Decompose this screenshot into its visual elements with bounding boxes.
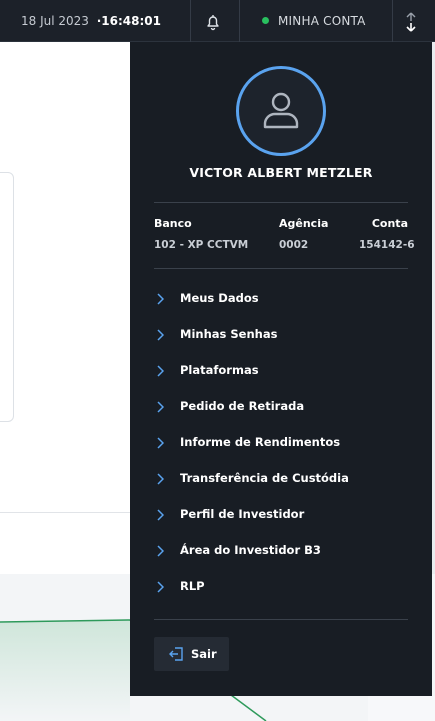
time-text: ·16:48:01 (96, 14, 162, 28)
menu-item-label: Transferência de Custódia (180, 471, 349, 485)
chevron-right-icon (157, 545, 164, 557)
date-text: 18 Jul 2023 (21, 14, 89, 28)
page-background (0, 42, 130, 512)
menu-item-area-do-investidor-b3[interactable]: Área do Investidor B3 (154, 538, 408, 564)
chevron-right-icon (157, 473, 164, 485)
status-dot-icon (262, 17, 269, 24)
menu-item-label: Área do Investidor B3 (180, 543, 321, 557)
menu-item-label: Plataformas (180, 363, 259, 377)
account-label: MINHA CONTA (278, 14, 366, 28)
agency-label: Agência (279, 217, 329, 230)
menu-item-perfil-de-investidor[interactable]: Perfil de Investidor (154, 502, 408, 528)
menu-item-label: Informe de Rendimentos (180, 435, 341, 449)
chevron-right-icon (157, 329, 164, 341)
account-number-value: 154142-6 (359, 239, 415, 251)
menu-item-plataformas[interactable]: Plataformas (154, 358, 408, 384)
logout-icon (169, 647, 183, 661)
divider (239, 0, 240, 42)
divider (392, 0, 393, 42)
menu-item-pedido-de-retirada[interactable]: Pedido de Retirada (154, 394, 408, 420)
account-panel: VICTOR ALBERT METZLER Banco 102 - XP CCT… (130, 42, 432, 696)
agency-info: Agência 0002 (279, 217, 328, 251)
chevron-right-icon (157, 437, 164, 449)
sort-arrows-icon[interactable] (403, 11, 419, 33)
background-panel-edge (368, 696, 435, 721)
chevron-right-icon (157, 581, 164, 593)
bank-info: Banco 102 - XP CCTVM (154, 217, 248, 251)
account-number-label: Conta (371, 217, 408, 230)
bell-icon[interactable] (203, 12, 223, 32)
bank-label: Banco (154, 217, 192, 230)
menu-item-label: Pedido de Retirada (180, 399, 305, 413)
user-name: VICTOR ALBERT METZLER (189, 165, 373, 180)
account-info: Conta 154142-6 (359, 217, 415, 251)
agency-value: 0002 (279, 239, 309, 251)
background-section (0, 512, 130, 574)
menu-item-informe-de-rendimentos[interactable]: Informe de Rendimentos (154, 430, 408, 456)
divider (154, 202, 408, 203)
top-bar: 18 Jul 2023 ·16:48:01 MINHA CONTA (0, 0, 435, 42)
menu-item-minhas-senhas[interactable]: Minhas Senhas (154, 322, 408, 348)
menu-item-label: Perfil de Investidor (180, 507, 305, 521)
menu-item-transferencia-de-custodia[interactable]: Transferência de Custódia (154, 466, 408, 492)
menu-item-label: Meus Dados (180, 291, 259, 305)
menu-item-label: Minhas Senhas (180, 327, 278, 341)
logout-button[interactable]: Sair (154, 637, 229, 671)
divider (190, 0, 191, 42)
menu-item-meus-dados[interactable]: Meus Dados (154, 286, 408, 312)
chevron-right-icon (157, 293, 164, 305)
menu-item-rlp[interactable]: RLP (154, 574, 408, 600)
session-datetime: 18 Jul 2023 ·16:48:01 (21, 14, 161, 28)
background-card (0, 172, 14, 422)
logout-label: Sair (191, 647, 217, 661)
menu-item-label: RLP (180, 579, 205, 593)
my-account-button[interactable]: MINHA CONTA (262, 14, 366, 28)
divider (154, 619, 408, 620)
avatar (236, 66, 326, 156)
user-icon (263, 92, 299, 129)
chevron-right-icon (157, 365, 164, 377)
chevron-right-icon (157, 401, 164, 413)
divider (154, 268, 408, 269)
chevron-right-icon (157, 509, 164, 521)
bank-value: 102 - XP CCTVM (154, 239, 249, 251)
